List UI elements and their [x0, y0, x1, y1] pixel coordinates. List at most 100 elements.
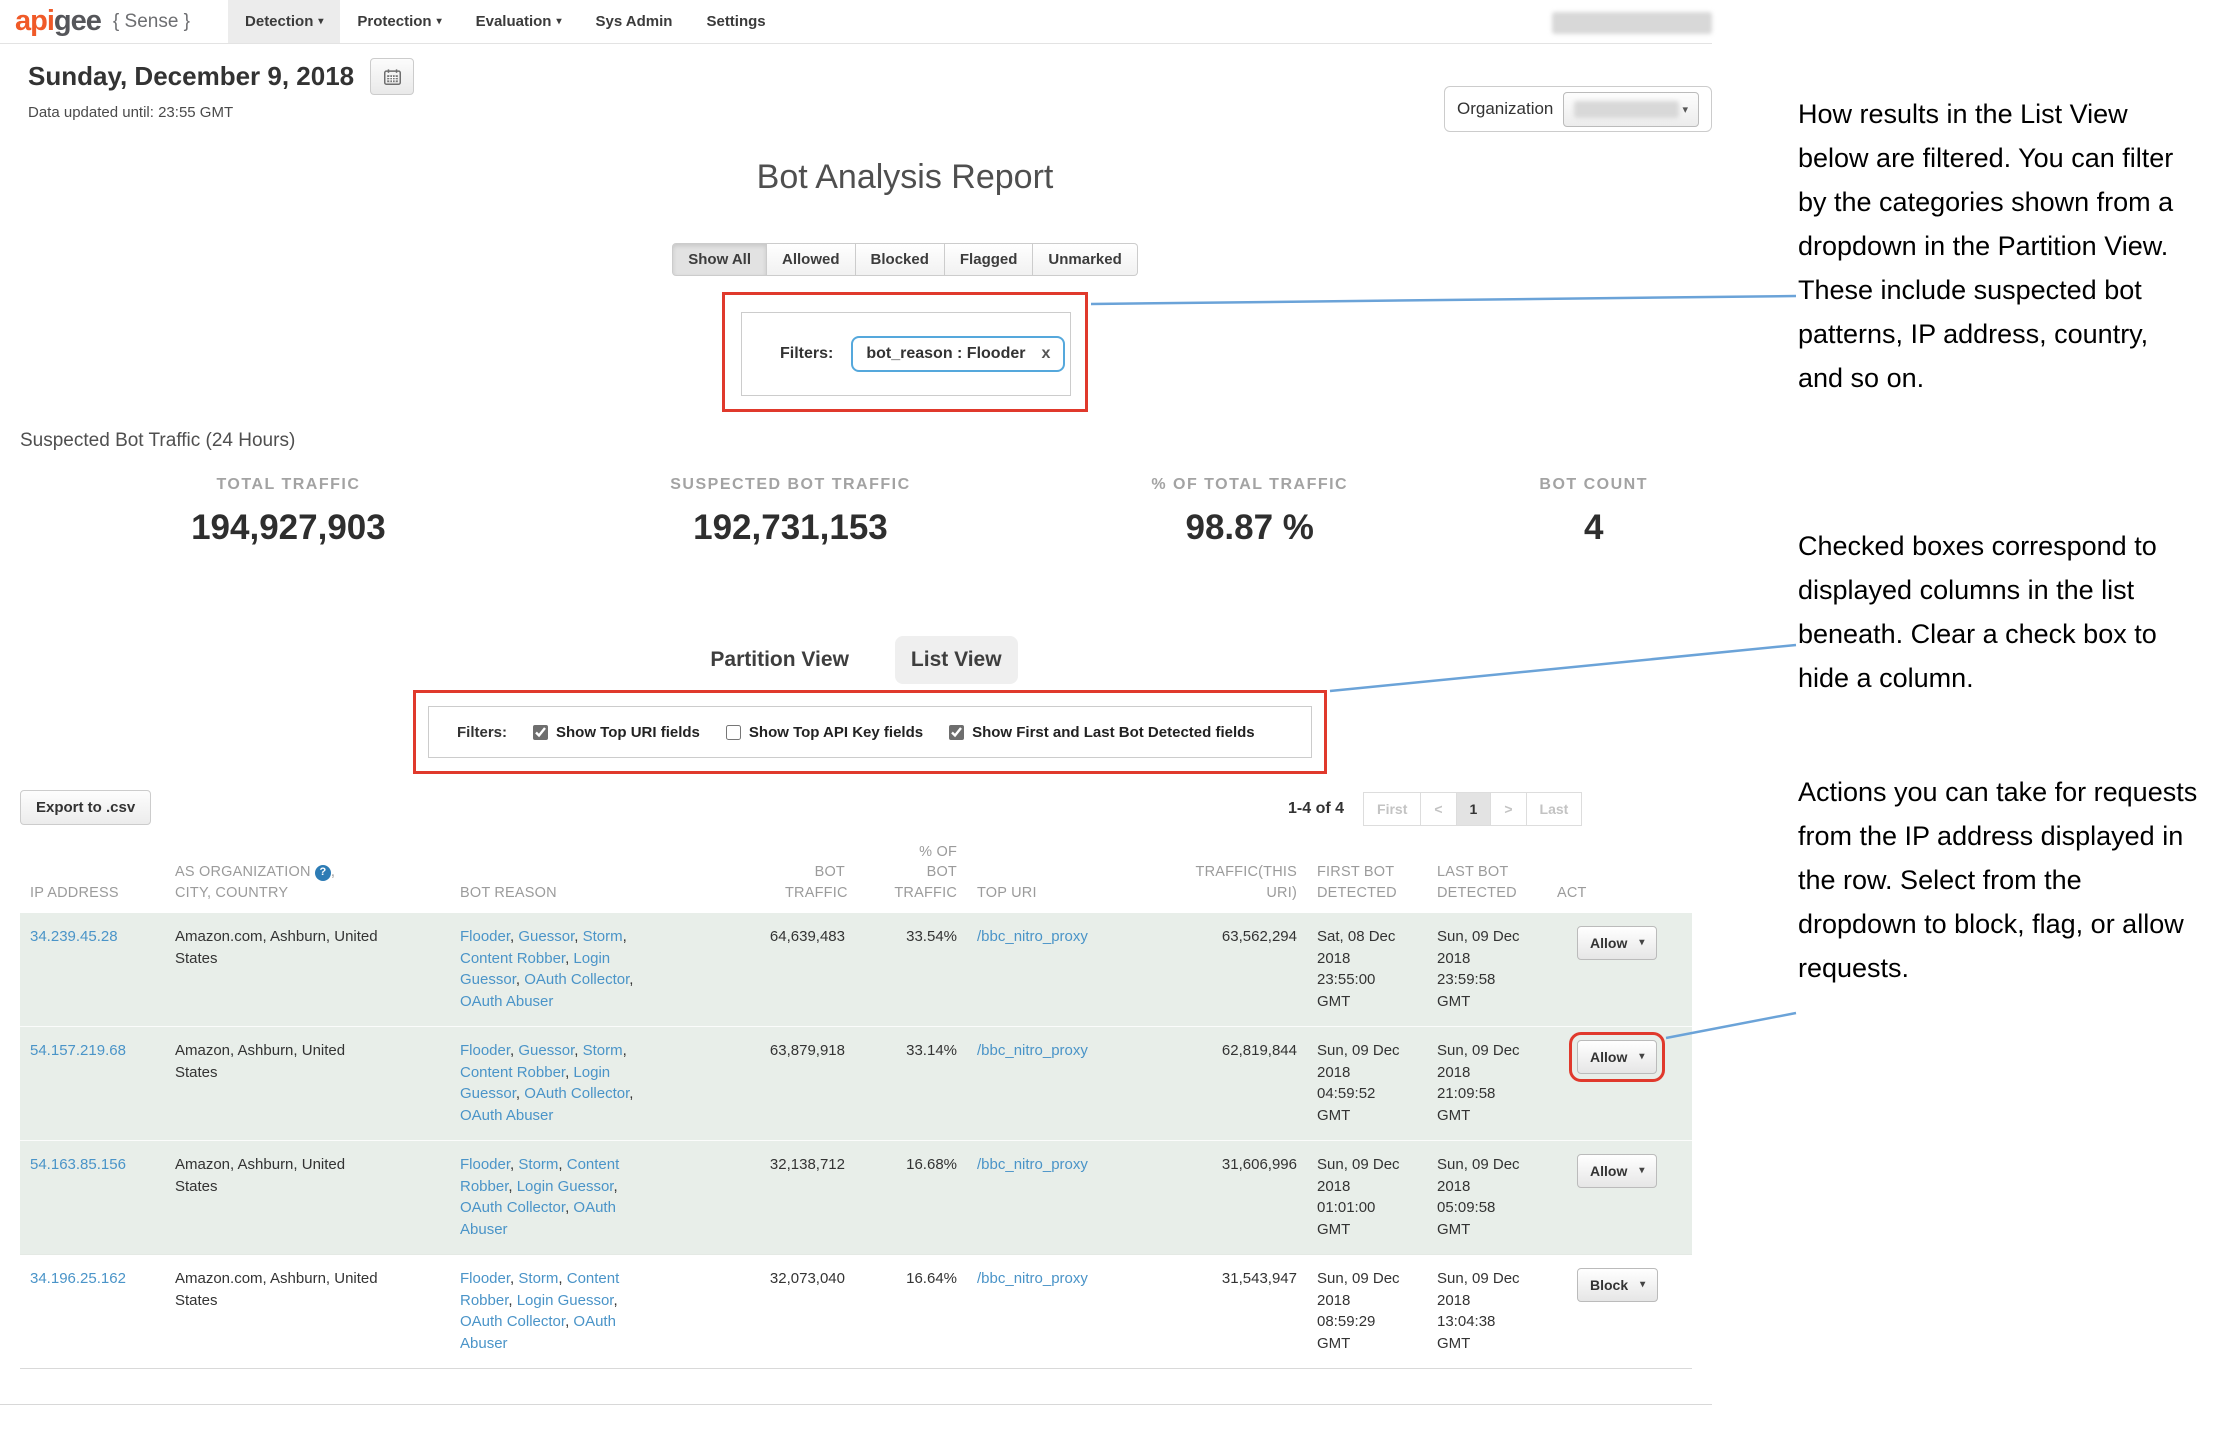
chevron-down-icon: ▾ [556, 16, 561, 27]
bot-reason-link[interactable]: Storm [583, 928, 623, 945]
stat-label: TOTAL TRAFFIC [20, 476, 557, 494]
bot-reason-link[interactable]: Storm [518, 1270, 558, 1287]
stat-pct-total-traffic: % OF TOTAL TRAFFIC 98.87 % [1024, 476, 1475, 548]
pagination-prev-button[interactable]: < [1420, 792, 1456, 826]
annotation-filter-note: How results in the List View below are f… [1798, 92, 2198, 400]
pagination-last-button[interactable]: Last [1526, 792, 1583, 826]
pct-bot-traffic-cell: 16.64% [855, 1254, 967, 1368]
filter-bar: Filters: bot_reason : Flooder x [741, 312, 1071, 396]
export-csv-button[interactable]: Export to .csv [20, 790, 151, 825]
stat-value: 192,731,153 [557, 508, 1024, 548]
bot-reason-link[interactable]: Content Robber [460, 950, 565, 967]
nav-item-evaluation[interactable]: Evaluation▾ [459, 0, 579, 43]
bot-reason-link[interactable]: OAuth Collector [524, 1085, 629, 1102]
top-uri-link[interactable]: /bbc_nitro_proxy [977, 928, 1088, 945]
bot-reason-link[interactable]: Flooder [460, 1156, 510, 1173]
ip-link[interactable]: 34.196.25.162 [30, 1270, 126, 1287]
nav-item-settings[interactable]: Settings [689, 0, 782, 43]
filters-label: Filters: [457, 724, 507, 741]
bot-reason-link[interactable]: Login Guessor [517, 1178, 614, 1195]
col-header-pct-bot-traffic: % OF BOT TRAFFIC [855, 836, 967, 913]
organization-label: Organization [1457, 99, 1553, 119]
checkbox-show-top-uri[interactable]: Show Top URI fields [533, 724, 700, 741]
action-dropdown[interactable]: Block▾ [1577, 1268, 1658, 1302]
tab-unmarked[interactable]: Unmarked [1033, 243, 1137, 276]
ip-link[interactable]: 54.157.219.68 [30, 1042, 126, 1059]
remove-filter-icon[interactable]: x [1041, 346, 1050, 362]
organization-select[interactable]: ▾ [1563, 92, 1699, 127]
annotation-redbox-filter: Filters: bot_reason : Flooder x [722, 292, 1088, 412]
bot-reason-link[interactable]: Storm [518, 1156, 558, 1173]
table-row: 54.157.219.68 Amazon, Ashburn, United St… [20, 1026, 1692, 1140]
action-dropdown[interactable]: Allow▾ [1577, 1040, 1657, 1074]
bot-reason-link[interactable]: OAuth Abuser [460, 1107, 553, 1124]
top-uri-link[interactable]: /bbc_nitro_proxy [977, 1270, 1088, 1287]
as-org-cell: Amazon, Ashburn, United States [175, 1040, 390, 1084]
stat-value: 98.87 % [1024, 508, 1475, 548]
nav-item-sys-admin[interactable]: Sys Admin [579, 0, 690, 43]
table-row: 34.239.45.28 Amazon.com, Ashburn, United… [20, 913, 1692, 1027]
tab-blocked[interactable]: Blocked [856, 243, 945, 276]
bot-traffic-cell: 32,073,040 [705, 1254, 855, 1368]
tab-list-view[interactable]: List View [895, 636, 1018, 684]
annotation-actions-note: Actions you can take for requests from t… [1798, 770, 2198, 990]
tab-partition-view[interactable]: Partition View [694, 636, 864, 684]
top-nav: apigee { Sense } Detection▾ Protection▾ … [0, 0, 1712, 44]
checkbox[interactable] [533, 725, 548, 740]
action-dropdown[interactable]: Allow▾ [1577, 1154, 1657, 1188]
calendar-button[interactable] [370, 58, 414, 95]
bot-reason-link[interactable]: OAuth Collector [460, 1313, 565, 1330]
checkbox[interactable] [949, 725, 964, 740]
pagination-first-button[interactable]: First [1363, 792, 1421, 826]
first-bot-detected-cell: Sun, 09 Dec 2018 04:59:52 GMT [1317, 1040, 1405, 1127]
top-uri-link[interactable]: /bbc_nitro_proxy [977, 1042, 1088, 1059]
stat-bot-count: BOT COUNT 4 [1475, 476, 1712, 548]
nav-item-detection[interactable]: Detection▾ [228, 0, 340, 43]
checkbox-show-top-api-key[interactable]: Show Top API Key fields [726, 724, 923, 741]
col-header-bot-reason: BOT REASON [450, 836, 705, 913]
chevron-down-icon: ▾ [1639, 1165, 1644, 1176]
bot-reason-link[interactable]: OAuth Collector [460, 1199, 565, 1216]
bot-reason-link[interactable]: OAuth Abuser [460, 993, 553, 1010]
tab-flagged[interactable]: Flagged [945, 243, 1034, 276]
tab-show-all[interactable]: Show All [672, 243, 767, 276]
checkbox-show-first-last-bot[interactable]: Show First and Last Bot Detected fields [949, 724, 1255, 741]
bot-reason-link[interactable]: Storm [583, 1042, 623, 1059]
pagination-page-1[interactable]: 1 [1456, 792, 1492, 826]
checkbox[interactable] [726, 725, 741, 740]
table-row: 54.163.85.156 Amazon, Ashburn, United St… [20, 1140, 1692, 1254]
ip-link[interactable]: 34.239.45.28 [30, 928, 118, 945]
pagination-range: 1-4 of 4 [1288, 800, 1344, 818]
redacted-org-value [1574, 101, 1679, 118]
data-updated-label: Data updated until: 23:55 GMT [28, 104, 414, 121]
first-bot-detected-cell: Sat, 08 Dec 2018 23:55:00 GMT [1317, 926, 1405, 1013]
bot-reason-link[interactable]: Flooder [460, 1042, 510, 1059]
page-title: Bot Analysis Report [0, 158, 1810, 197]
bot-traffic-cell: 32,138,712 [705, 1140, 855, 1254]
bot-reason-link[interactable]: OAuth Collector [524, 971, 629, 988]
stat-label: % OF TOTAL TRAFFIC [1024, 476, 1475, 494]
action-dropdown[interactable]: Allow▾ [1577, 926, 1657, 960]
top-uri-link[interactable]: /bbc_nitro_proxy [977, 1156, 1088, 1173]
col-header-last-bot: LAST BOT DETECTED [1427, 836, 1547, 913]
bot-traffic-cell: 64,639,483 [705, 913, 855, 1027]
bot-reason-link[interactable]: Flooder [460, 1270, 510, 1287]
bot-reason-link[interactable]: Login Guessor [517, 1292, 614, 1309]
bot-reason-cell: Flooder, Guessor, Storm, Content Robber,… [460, 1040, 650, 1127]
pagination-next-button[interactable]: > [1490, 792, 1526, 826]
pagination: 1-4 of 4 First < 1 > Last [1288, 792, 1582, 826]
stat-label: BOT COUNT [1475, 476, 1712, 494]
bot-reason-link[interactable]: Flooder [460, 928, 510, 945]
bot-reason-link[interactable]: Guessor [518, 1042, 574, 1059]
bot-reason-link[interactable]: Guessor [518, 928, 574, 945]
col-header-ip: IP ADDRESS [20, 836, 165, 913]
bot-reason-link[interactable]: Content Robber [460, 1064, 565, 1081]
chevron-down-icon: ▾ [318, 16, 323, 27]
as-org-cell: Amazon.com, Ashburn, United States [175, 1268, 390, 1312]
tab-allowed[interactable]: Allowed [767, 243, 856, 276]
pct-bot-traffic-cell: 33.14% [855, 1026, 967, 1140]
pct-bot-traffic-cell: 33.54% [855, 913, 967, 1027]
help-icon[interactable]: ? [315, 865, 331, 881]
ip-link[interactable]: 54.163.85.156 [30, 1156, 126, 1173]
nav-item-protection[interactable]: Protection▾ [340, 0, 458, 43]
